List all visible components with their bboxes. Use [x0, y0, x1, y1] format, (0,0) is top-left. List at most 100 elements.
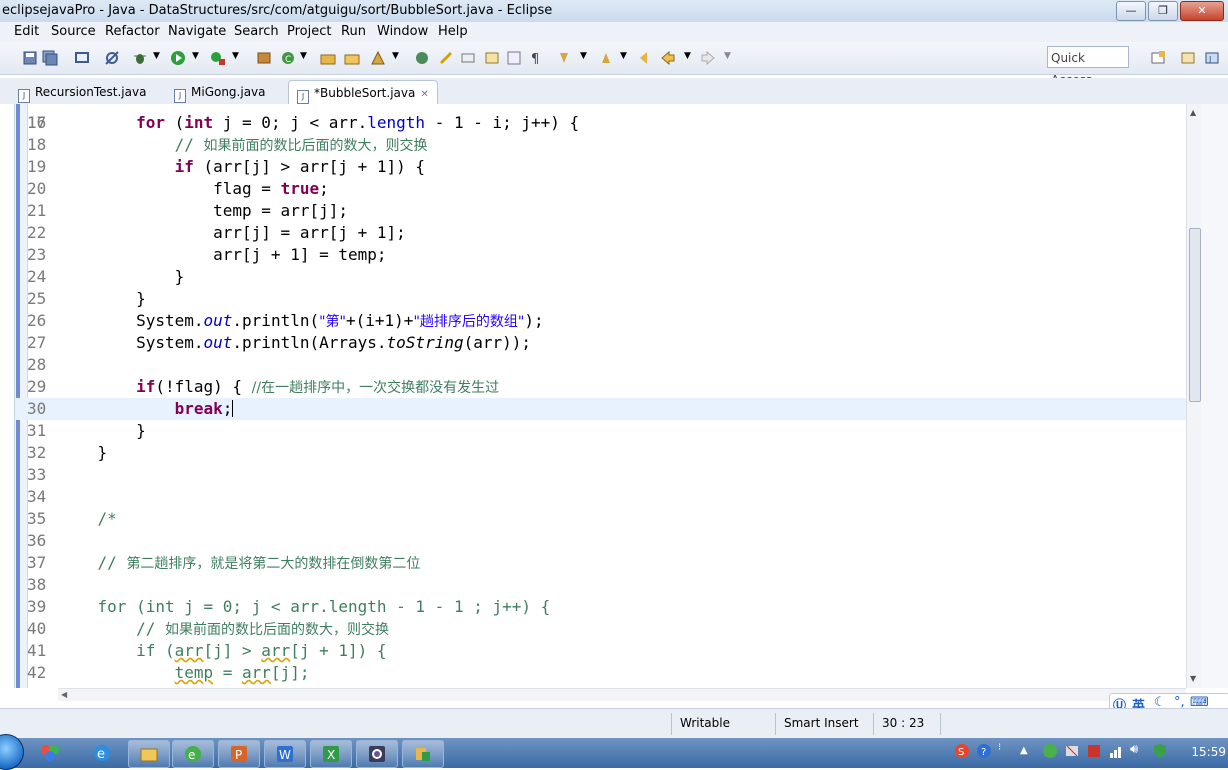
- tray-options-icon[interactable]: ⁝: [998, 742, 1001, 753]
- forward-dropdown-icon[interactable]: ▼: [724, 51, 731, 61]
- menu-navigate[interactable]: Navigate: [168, 24, 226, 39]
- code-line[interactable]: 32 }: [15, 442, 1188, 464]
- open-perspective-icon[interactable]: [1150, 50, 1166, 66]
- taskbar-excel[interactable]: X: [310, 740, 352, 768]
- horizontal-scrollbar[interactable]: ◀: [58, 688, 1186, 701]
- new-class-icon[interactable]: C: [280, 50, 296, 66]
- debug-icon[interactable]: [132, 50, 148, 66]
- show-whitespace-icon[interactable]: [506, 50, 522, 66]
- taskbar-explorer[interactable]: [128, 740, 170, 768]
- code-line[interactable]: 25 }: [15, 288, 1188, 310]
- back-dropdown-icon[interactable]: ▼: [684, 51, 691, 61]
- minimize-button[interactable]: —: [1116, 1, 1146, 21]
- menu-help[interactable]: Help: [438, 24, 468, 39]
- forward-icon[interactable]: [700, 50, 716, 66]
- current-code-line[interactable]: 30 break;: [15, 398, 1188, 420]
- scroll-left-icon[interactable]: ◀: [61, 690, 67, 699]
- code-line[interactable]: 34: [15, 486, 1188, 508]
- last-edit-icon[interactable]: [638, 50, 654, 66]
- taskbar-tools[interactable]: [402, 740, 444, 768]
- code-line[interactable]: 18 // 如果前面的数比后面的数大，则交换: [15, 134, 1188, 156]
- code-line[interactable]: 42 temp = arr[j];: [15, 662, 1188, 684]
- start-button-icon[interactable]: [0, 734, 24, 770]
- external-tools-dropdown-icon[interactable]: ▼: [232, 51, 239, 61]
- code-line[interactable]: 26 System.out.println("第"+(i+1)+"趟排序后的数组…: [15, 310, 1188, 332]
- scroll-down-icon[interactable]: ▼: [1190, 674, 1196, 683]
- run-dropdown-icon[interactable]: ▼: [192, 51, 199, 61]
- menu-refactor[interactable]: Refactor: [105, 24, 160, 39]
- menu-edit[interactable]: Edit: [14, 24, 39, 39]
- next-annotation-icon[interactable]: [556, 50, 572, 66]
- code-line[interactable]: 22 arr[j] = arr[j + 1];: [15, 222, 1188, 244]
- debug-dropdown-icon[interactable]: ▼: [153, 51, 160, 61]
- close-button[interactable]: ✕: [1180, 1, 1224, 21]
- code-line[interactable]: 28: [15, 354, 1188, 376]
- previous-annotation-dropdown-icon[interactable]: ▼: [620, 51, 627, 61]
- highlight-icon[interactable]: [438, 50, 454, 66]
- help-icon[interactable]: ?: [976, 743, 992, 759]
- menu-source[interactable]: Source: [51, 24, 96, 39]
- java-ee-perspective-icon[interactable]: [1180, 50, 1196, 66]
- task-dropdown-icon[interactable]: ▼: [392, 51, 399, 61]
- paragraph-icon[interactable]: ¶: [528, 50, 544, 66]
- tab-close-icon[interactable]: ✕: [420, 89, 428, 100]
- skip-breakpoints-icon[interactable]: [104, 50, 120, 66]
- code-line[interactable]: 17 for (int j = 0; j < arr.length - 1 - …: [15, 112, 1188, 134]
- run-icon[interactable]: [170, 50, 186, 66]
- tab-recursiontest[interactable]: J RecursionTest.java: [18, 80, 146, 104]
- code-line[interactable]: 21 temp = arr[j];: [15, 200, 1188, 222]
- code-line[interactable]: 29 if(!flag) { //在一趟排序中，一次交换都没有发生过: [15, 376, 1188, 398]
- scroll-up-icon[interactable]: ▲: [1190, 108, 1196, 117]
- sogou-ime-icon[interactable]: S: [954, 743, 970, 759]
- taskbar-browser[interactable]: e: [172, 740, 214, 768]
- taskbar-eclipse[interactable]: [356, 740, 398, 768]
- code-line[interactable]: 20 flag = true;: [15, 178, 1188, 200]
- scroll-thumb[interactable]: [1189, 228, 1201, 402]
- save-icon[interactable]: [22, 50, 38, 66]
- quick-access-input[interactable]: Quick Access: [1047, 46, 1129, 87]
- code-line[interactable]: 40 // 如果前面的数比后面的数大，则交换: [15, 618, 1188, 640]
- ie-icon[interactable]: e: [92, 743, 112, 763]
- show-hidden-icons[interactable]: ▲: [1020, 745, 1028, 756]
- vertical-scrollbar[interactable]: ▲ ▼: [1186, 104, 1202, 688]
- volume-icon[interactable]: 🔊︎: [1130, 742, 1138, 757]
- back-icon[interactable]: [660, 50, 676, 66]
- color-app-icon[interactable]: [40, 744, 60, 762]
- new-class-dropdown-icon[interactable]: ▼: [300, 51, 307, 61]
- menu-search[interactable]: Search: [234, 24, 279, 39]
- new-package-icon[interactable]: [256, 50, 272, 66]
- save-all-icon[interactable]: [42, 50, 58, 66]
- clock[interactable]: 15:59: [1191, 745, 1226, 759]
- code-line[interactable]: 39 for (int j = 0; j < arr.length - 1 - …: [15, 596, 1188, 618]
- tab-bubblesort[interactable]: J *BubbleSort.java ✕: [288, 80, 438, 105]
- code-line[interactable]: 27 System.out.println(Arrays.toString(ar…: [15, 332, 1188, 354]
- code-line[interactable]: 19 if (arr[j] > arr[j + 1]) {: [15, 156, 1188, 178]
- next-annotation-dropdown-icon[interactable]: ▼: [580, 51, 587, 61]
- taskbar-word[interactable]: W: [264, 740, 306, 768]
- external-tools-icon[interactable]: [210, 50, 226, 66]
- code-line[interactable]: 31 }: [15, 420, 1188, 442]
- signal-icon[interactable]: [1108, 743, 1124, 759]
- open-type-icon[interactable]: [320, 50, 336, 66]
- mark-occurrences-icon[interactable]: [414, 50, 430, 66]
- code-line[interactable]: 35 /*: [15, 508, 1188, 530]
- previous-annotation-icon[interactable]: [598, 50, 614, 66]
- menu-window[interactable]: Window: [377, 24, 428, 39]
- tray-app-icon[interactable]: [1086, 743, 1102, 759]
- menu-project[interactable]: Project: [287, 24, 331, 39]
- code-line[interactable]: 37 // 第二趟排序，就是将第二大的数排在倒数第二位: [15, 552, 1188, 574]
- taskbar-powerpoint[interactable]: P: [218, 740, 260, 768]
- code-line[interactable]: 23 arr[j + 1] = temp;: [15, 244, 1188, 266]
- code-line[interactable]: 41 if (arr[j] > arr[j + 1]) {: [15, 640, 1188, 662]
- shield-icon[interactable]: [1152, 743, 1168, 759]
- block-selection-icon[interactable]: [460, 50, 476, 66]
- java-perspective-icon[interactable]: J: [1204, 50, 1220, 66]
- code-line[interactable]: 24 }: [15, 266, 1188, 288]
- maximize-button[interactable]: ❐: [1148, 1, 1178, 21]
- toggle-breadcrumb-icon[interactable]: [484, 50, 500, 66]
- network-error-icon[interactable]: [1064, 743, 1080, 759]
- open-folder-icon[interactable]: [344, 50, 360, 66]
- tab-migong[interactable]: J MiGong.java: [174, 80, 266, 104]
- code-line[interactable]: 36: [15, 530, 1188, 552]
- terminal-icon[interactable]: [74, 50, 90, 66]
